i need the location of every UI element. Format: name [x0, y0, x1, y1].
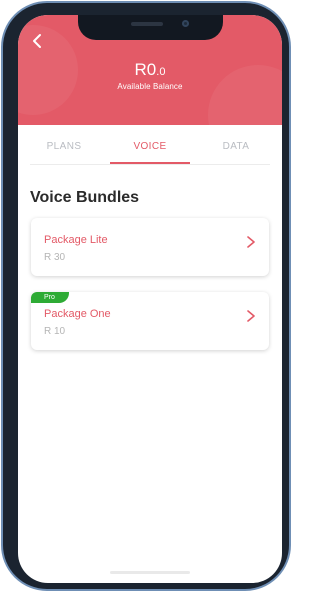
section-title: Voice Bundles — [30, 189, 140, 206]
bundle-card-package-lite[interactable]: Package Lite R 30 — [31, 218, 269, 276]
tab-voice[interactable]: VOICE — [110, 125, 190, 163]
balance-header: R0.0 Available Balance — [18, 15, 282, 125]
bundle-name: Package One — [44, 308, 111, 320]
chevron-right-icon — [247, 310, 255, 322]
phone-frame: R0.0 Available Balance PLANS VOICE DATA … — [1, 1, 291, 591]
tab-divider — [30, 164, 270, 165]
chevron-left-icon — [33, 34, 41, 48]
pro-badge: Pro — [31, 292, 69, 303]
home-indicator — [110, 571, 190, 574]
camera-icon — [182, 20, 189, 27]
back-button[interactable] — [28, 31, 48, 51]
balance-label: Available Balance — [117, 82, 183, 91]
balance-amount: R0.0 — [18, 60, 282, 82]
bundle-price: R 10 — [44, 326, 66, 337]
app-screen: R0.0 Available Balance PLANS VOICE DATA … — [18, 15, 282, 583]
bundle-price: R 30 — [44, 252, 66, 263]
speaker-grille — [131, 22, 163, 26]
bundle-tabs: PLANS VOICE DATA — [18, 125, 282, 165]
balance-main: R0 — [134, 60, 157, 79]
bundle-card-package-one[interactable]: Pro Package One R 10 — [31, 292, 269, 350]
device-notch — [78, 15, 223, 40]
chevron-right-icon — [247, 236, 255, 248]
tab-plans[interactable]: PLANS — [18, 125, 110, 163]
tab-data[interactable]: DATA — [190, 125, 282, 163]
bundle-name: Package Lite — [44, 234, 108, 246]
balance-cents: .0 — [156, 66, 166, 78]
